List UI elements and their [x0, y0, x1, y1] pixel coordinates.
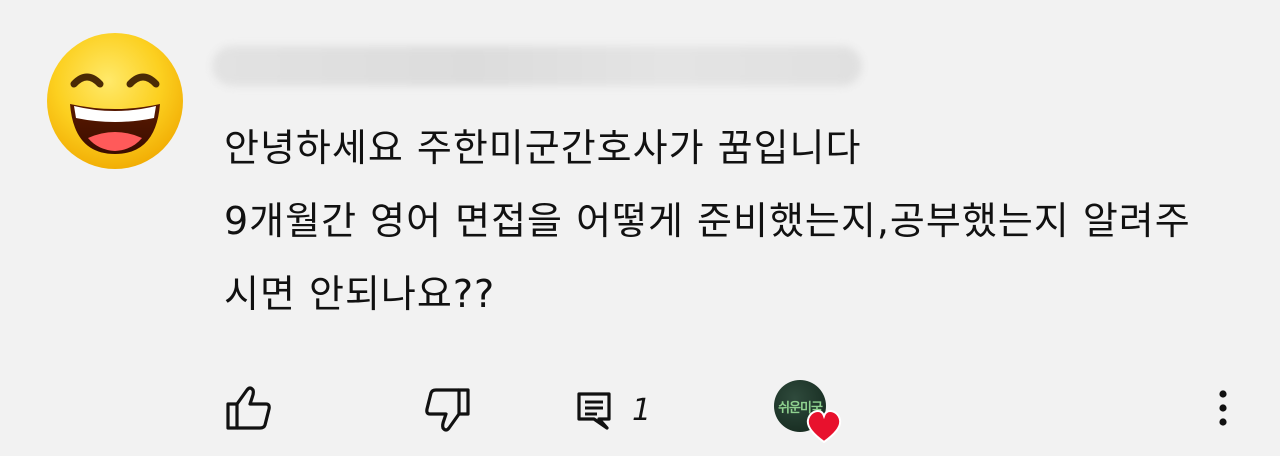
grinning-face-emoji-icon [47, 33, 183, 169]
comment-line: 시면 안되나요?? [224, 272, 496, 316]
like-button[interactable] [220, 380, 276, 436]
dislike-button[interactable] [420, 382, 476, 438]
comment-icon [577, 392, 611, 430]
comment-line: 9개월간 영어 면접을 어떻게 준비했는지,공부했는지 알려주 [224, 199, 1191, 243]
author-name-redacted [212, 46, 862, 86]
heart-icon [806, 410, 842, 444]
comment-action-bar: 1 쉬운미국 [0, 370, 1280, 446]
more-options-button[interactable] [1198, 380, 1248, 436]
author-avatar[interactable] [44, 30, 186, 172]
thumbs-down-icon [425, 388, 470, 432]
comment-text: 안녕하세요 주한미군간호사가 꿈입니다 9개월간 영어 면접을 어떻게 준비했는… [224, 112, 1234, 331]
creator-heart: 쉬운미국 [772, 380, 844, 446]
reply-count: 1 [632, 392, 652, 428]
thumbs-up-icon [226, 386, 271, 430]
reply-button[interactable]: 1 [574, 384, 664, 436]
comment-line: 안녕하세요 주한미군간호사가 꿈입니다 [224, 126, 862, 170]
more-vertical-icon [1219, 390, 1227, 426]
